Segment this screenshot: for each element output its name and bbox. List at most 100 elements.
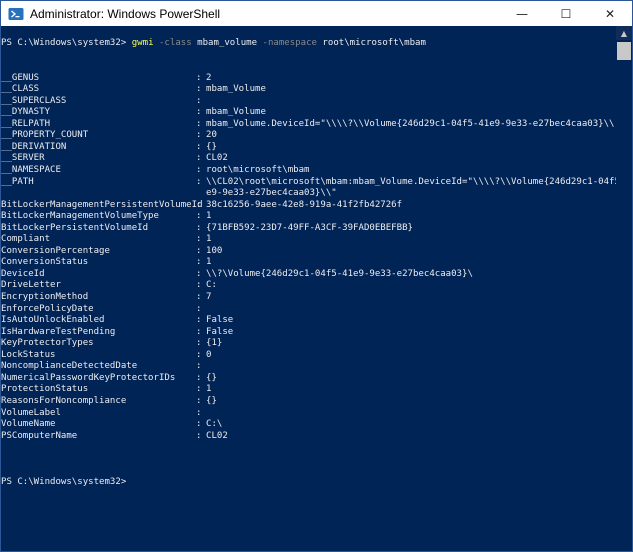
window-title: Administrator: Windows PowerShell [30, 6, 221, 21]
property-value: {} [206, 141, 217, 152]
property-row: Compliant:1 [1, 234, 617, 246]
property-separator: : [196, 292, 202, 303]
property-separator: : [196, 338, 202, 349]
minimize-button[interactable]: — [500, 1, 544, 26]
property-separator: : [196, 222, 202, 233]
property-value: mbam_Volume [206, 84, 266, 95]
property-row: __DERIVATION: {} [1, 142, 617, 154]
property-value: 1 [206, 257, 212, 268]
property-separator: : [196, 234, 202, 245]
final-prompt: PS C:\Windows\system32> [1, 476, 127, 487]
vertical-scrollbar[interactable] [616, 26, 632, 551]
property-separator: : [196, 72, 202, 83]
property-separator: : [196, 199, 202, 210]
property-value: 1 [206, 384, 212, 395]
property-key: __PROPERTY_COUNT [1, 130, 89, 141]
property-value: mbam_Volume [206, 107, 266, 118]
property-row: DeviceId: \\?\Volume{246d29c1-04f5-41e9-9… [1, 269, 617, 281]
property-row: EnforcePolicyDate: [1, 304, 617, 316]
property-row: VolumeName: C:\ [1, 419, 617, 431]
property-row: __SUPERCLASS: [1, 96, 617, 108]
property-value: e9-9e33-e27bec4caa03}\\" [206, 188, 337, 199]
class-param: -class [158, 38, 192, 48]
property-separator: : [196, 315, 202, 326]
property-row: IsAutoUnlockEnabled: False [1, 315, 617, 327]
namespace-arg: root\microsoft\mbam [322, 38, 426, 48]
property-separator: : [196, 407, 202, 418]
property-value: {} [206, 372, 217, 383]
property-row: BitLockerPersistentVolumeId: {71BFB592-23… [1, 223, 617, 235]
property-value: {} [206, 395, 217, 406]
property-key: __GENUS [1, 72, 40, 83]
property-key: NumericalPasswordKeyProtectorIDs [1, 372, 176, 383]
property-row: VolumeLabel: [1, 408, 617, 420]
property-key: __DERIVATION [1, 141, 67, 152]
property-key: __SUPERCLASS [1, 95, 67, 106]
property-separator: : [196, 349, 202, 360]
property-key: BitLockerPersistentVolumeId [1, 222, 149, 233]
property-row: __DYNASTY: mbam_Volume [1, 107, 617, 119]
property-key: IsAutoUnlockEnabled [1, 315, 105, 326]
property-key: LockStatus [1, 349, 56, 360]
property-value: {71BFB592-23D7-49FF-A3CF-39FAD0EBEFBB} [206, 222, 413, 233]
property-row: ConversionPercentage:100 [1, 246, 617, 258]
property-row: ReasonsForNoncompliance: {} [1, 396, 617, 408]
scroll-thumb[interactable] [617, 42, 631, 60]
console-output[interactable]: PS C:\Windows\system32> gwmi -class mbam… [1, 26, 617, 551]
title-bar[interactable]: Administrator: Windows PowerShell — ☐ ✕ [1, 1, 632, 26]
property-separator: : [196, 430, 202, 441]
property-value: root\microsoft\mbam [206, 165, 310, 176]
property-row: __PATH: \\CL02\root\microsoft\mbam:mbam_V… [1, 177, 617, 189]
property-separator: : [196, 118, 202, 129]
property-separator: : [196, 107, 202, 118]
property-value: False [206, 315, 234, 326]
namespace-param: -namespace [262, 38, 317, 48]
property-row: IsHardwareTestPending: False [1, 327, 617, 339]
property-separator: : [196, 372, 202, 383]
property-key: __DYNASTY [1, 107, 51, 118]
property-row: KeyProtectorTypes: {1} [1, 338, 617, 350]
powershell-window: Administrator: Windows PowerShell — ☐ ✕ … [0, 0, 633, 552]
property-value: 20 [206, 130, 217, 141]
maximize-button[interactable]: ☐ [544, 1, 588, 26]
property-separator: : [196, 153, 202, 164]
property-separator: : [196, 268, 202, 279]
command-line: PS C:\Windows\system32> gwmi -class mbam… [1, 38, 617, 50]
property-key: DriveLetter [1, 280, 61, 291]
final-prompt-line: PS C:\Windows\system32> [1, 477, 617, 489]
class-arg: mbam_volume [197, 38, 258, 48]
property-value: 38c16256-9aee-42e8-919a-41f2fb42726f [206, 199, 403, 210]
property-separator: : [196, 384, 202, 395]
property-continuation-row: e9-9e33-e27bec4caa03}\\" [1, 188, 617, 200]
powershell-icon [8, 7, 24, 20]
window-controls: — ☐ ✕ [500, 1, 632, 26]
property-separator: : [196, 361, 202, 372]
close-button[interactable]: ✕ [588, 1, 632, 26]
property-value: C:\ [206, 419, 223, 430]
cmdlet-text: gwmi [131, 38, 154, 48]
property-row: NumericalPasswordKeyProtectorIDs: {} [1, 373, 617, 385]
property-separator: : [196, 280, 202, 291]
property-list: __GENUS:2 __CLASS: mbam_Volume __SUPERCLASS… [1, 73, 617, 443]
property-separator: : [196, 95, 202, 106]
property-key: __RELPATH [1, 118, 51, 129]
property-value: CL02 [206, 430, 228, 441]
scroll-up-arrow-icon[interactable]: ▲ [616, 26, 632, 40]
property-key: IsHardwareTestPending [1, 326, 116, 337]
property-separator: : [196, 84, 202, 95]
property-key: Compliant [1, 234, 51, 245]
property-row: DriveLetter: C: [1, 280, 617, 292]
property-separator: : [196, 326, 202, 337]
property-row: __NAMESPACE: root\microsoft\mbam [1, 165, 617, 177]
property-separator: : [196, 257, 202, 268]
property-value: 1 [206, 234, 212, 245]
property-row: __RELPATH: mbam_Volume.DeviceId="\\\\?\\V… [1, 119, 617, 131]
property-separator: : [196, 176, 202, 187]
property-row: BitLockerManagementPersistentVolumeId:38… [1, 200, 617, 212]
property-value: 1 [206, 211, 212, 222]
property-separator: : [196, 130, 202, 141]
property-key: __CLASS [1, 84, 40, 95]
